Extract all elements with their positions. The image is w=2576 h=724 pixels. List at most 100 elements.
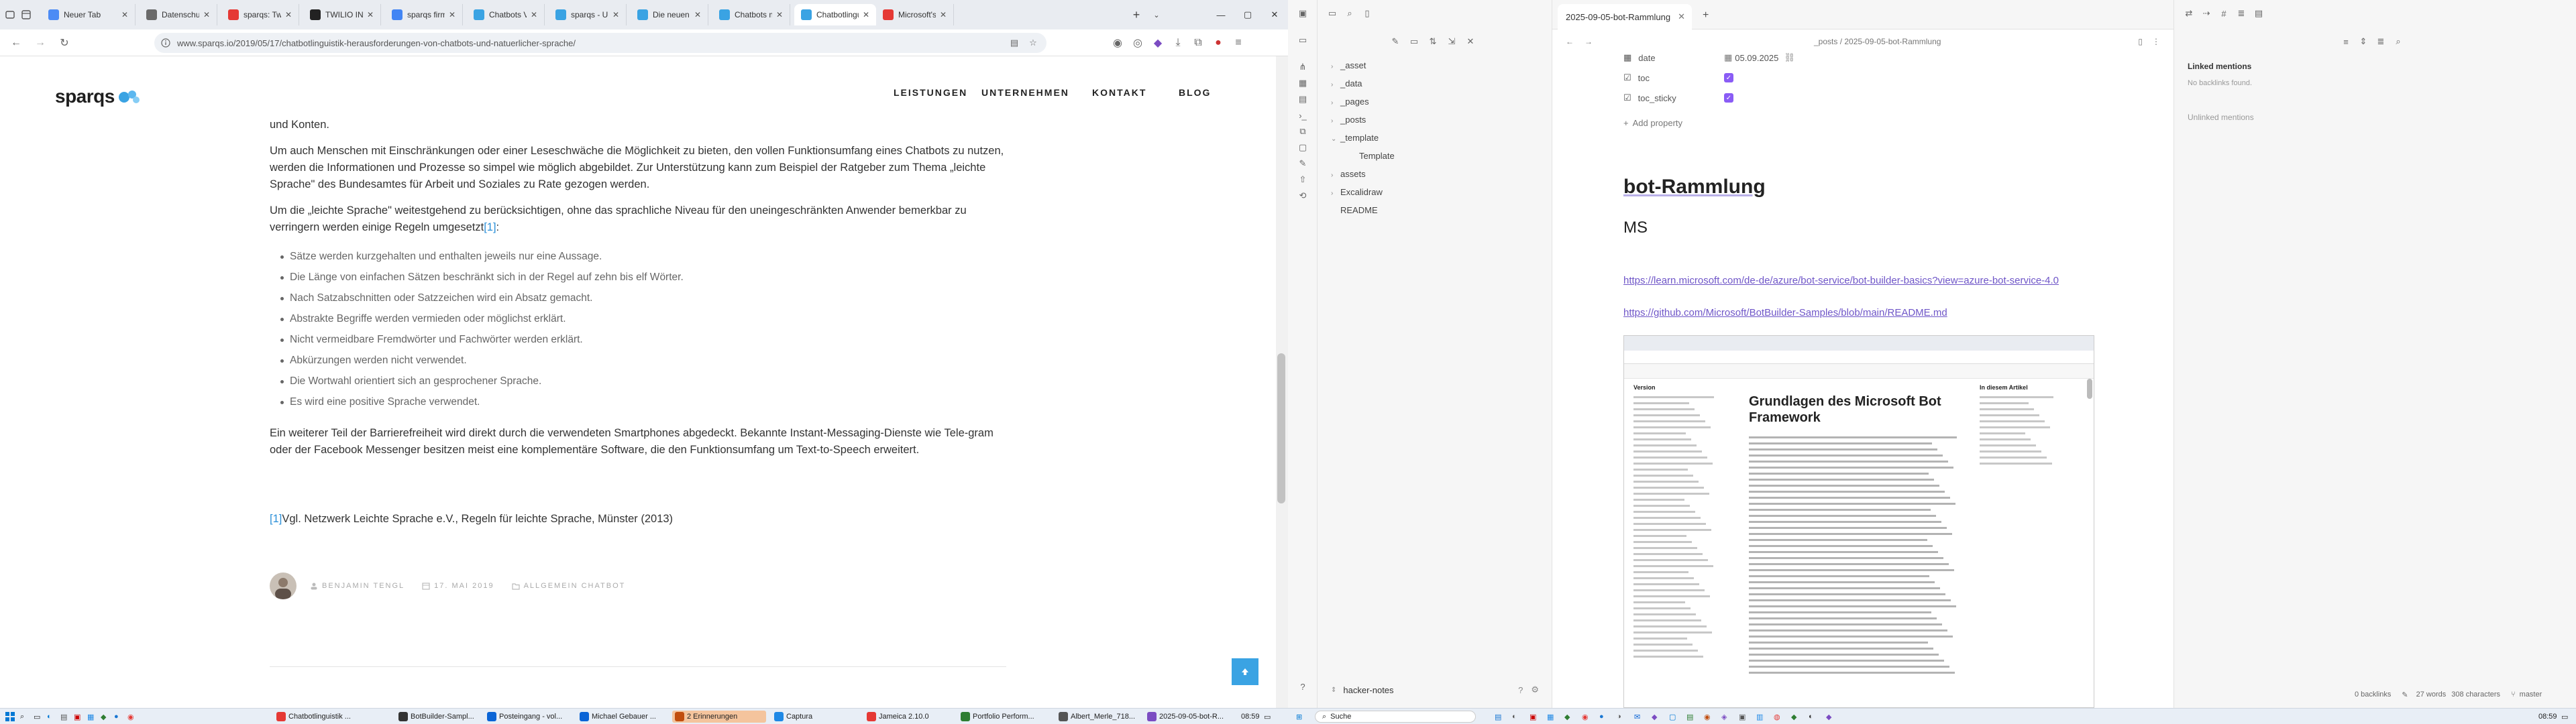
tree-folder[interactable]: › Excalidraw [1331,187,1383,197]
tags-tab-icon[interactable]: # [2218,8,2229,19]
menu-icon[interactable]: ≡ [1232,36,1245,50]
pinned-app-icon[interactable]: ◆ [1649,711,1660,723]
back-nav-icon[interactable]: ← [1566,37,1574,46]
pinned-app-icon[interactable]: ◐ [44,711,54,723]
sort-icon[interactable]: ⇕ [2358,36,2369,47]
clock[interactable]: 08:59 [2536,711,2560,723]
pinned-app-icon[interactable]: ▤ [1684,711,1696,723]
clock[interactable]: 08:59 [1238,711,1263,723]
sort-icon[interactable]: ⇅ [1428,36,1438,47]
pinned-app-icon[interactable]: ✉ [1631,711,1643,723]
pinned-app-icon[interactable]: ◉ [1701,711,1713,723]
reading-view-icon[interactable]: ▯ [2138,37,2143,46]
start-icon[interactable]: ⊞ [1293,711,1305,723]
tree-folder[interactable]: › _posts [1331,115,1366,125]
close-tab-icon[interactable]: ✕ [940,10,947,19]
pinned-app-icon[interactable]: ▣ [1736,711,1748,723]
tree-file[interactable]: README [1331,205,1378,215]
pinned-app-icon[interactable]: ◐ [1806,711,1816,723]
tree-file[interactable]: Template [1350,151,1395,161]
profile-icon[interactable]: ● [1212,36,1225,50]
tab-actions-icon[interactable] [4,9,16,21]
back-icon[interactable]: ← [9,36,23,50]
git-branch[interactable]: master [2520,690,2542,699]
close-tab-icon[interactable]: ✕ [449,10,455,19]
pinned-app-icon[interactable]: ◍ [1771,711,1783,723]
pinned-app-icon[interactable]: ▦ [85,711,97,723]
post-author[interactable]: BENJAMIN TENGL [322,582,405,590]
taskbar-window-button[interactable]: Chatbotlinguistik ... [274,711,388,723]
expand-all-icon[interactable]: ⇲ [1446,36,1457,47]
maximize-icon[interactable]: ▢ [1241,8,1254,21]
extension-purple-icon[interactable]: ◆ [1151,36,1165,50]
vault-switcher[interactable]: ⇕ hacker-notes ? ⚙ [1318,677,1552,703]
browser-tab[interactable]: Chatbots mit Mi ✕ [712,4,790,25]
tab-list-chevron-icon[interactable]: ⌄ [1150,8,1163,21]
daily-note-icon[interactable]: ▢ [1297,142,1308,153]
browser-tab[interactable]: Die neuen Minis ✕ [631,4,708,25]
templates-icon[interactable]: ⧉ [1297,126,1308,137]
browser-tab[interactable]: sparqs: Twilio In ✕ [221,4,299,25]
tree-folder[interactable]: › _pages [1331,97,1369,107]
breadcrumb[interactable]: _posts / 2025-09-05-bot-Rammlung [1814,37,1941,46]
pinned-app-icon[interactable]: ● [1597,711,1607,723]
pinned-app-icon[interactable]: ◉ [125,711,137,723]
scrollbar-thumb[interactable] [1277,353,1285,503]
help-circle-icon[interactable]: ? [1518,685,1523,695]
settings-gear-icon[interactable]: ⚙ [1531,684,1539,695]
properties-tab-icon[interactable]: ▤ [2253,8,2264,19]
tree-folder[interactable]: › _data [1331,78,1362,88]
taskbar-window-button[interactable]: Captura [771,711,859,723]
nav-unternehmen[interactable]: UNTERNEHMEN [981,87,1069,98]
pinned-app-icon[interactable]: ▦ [1544,711,1556,723]
extensions-icon[interactable]: ⧉ [1191,36,1205,50]
reload-icon[interactable]: ↻ [58,36,71,50]
browser-tab[interactable]: Microsoft's Bot ✕ [876,4,954,25]
publish-icon[interactable]: ⇧ [1297,174,1308,185]
taskbar-window-button[interactable]: BotBuilder-Sampl... [396,711,479,723]
tree-folder[interactable]: › _asset [1331,60,1366,70]
pinned-app-icon[interactable]: ◐ [1509,711,1519,723]
workspaces-icon[interactable] [20,9,32,21]
minimize-icon[interactable]: — [1214,8,1228,21]
pinned-app-icon[interactable]: ▢ [1666,711,1678,723]
pinned-app-icon[interactable]: ◆ [98,711,109,723]
back-to-top-button[interactable] [1232,658,1258,685]
notification-icon[interactable]: ▭ [1261,711,1273,723]
calendar-icon[interactable]: ▤ [1297,94,1308,105]
tree-folder[interactable]: › assets [1331,169,1366,179]
browser-tab[interactable]: Chatbotlinguistik ✕ [794,4,876,25]
footnote-link[interactable]: [1] [484,221,496,233]
list-view-icon[interactable]: ≡ [2341,36,2351,47]
pinned-app-icon[interactable]: ◆ [1562,711,1572,723]
git-icon[interactable]: ⟲ [1297,190,1308,201]
pinned-app-icon[interactable]: ◈ [1719,711,1729,723]
bookmarks-tab-icon[interactable]: ▯ [1362,8,1373,19]
taskbar-window-button[interactable]: Albert_Merle_718... [1056,711,1139,723]
add-property-button[interactable]: + Add property [1623,118,1682,128]
close-tab-icon[interactable]: ✕ [121,10,128,19]
graph-icon[interactable]: ⋔ [1297,62,1308,72]
files-tab-icon[interactable]: ▭ [1327,8,1338,19]
search-icon[interactable]: ⌕ [2393,36,2404,47]
taskbar-window-button[interactable]: 2 Erinnerungen [672,711,766,723]
toc-checkbox[interactable]: ✓ [1724,73,1733,82]
browser-tab[interactable]: TWILIO INC. : 10 ✕ [303,4,381,25]
footnote-backlink[interactable]: [1] [270,513,282,525]
browser-tab[interactable]: sparqs - Unser E ✕ [549,4,627,25]
extension-privacy-icon[interactable]: ◉ [1111,36,1124,50]
close-tab-icon[interactable]: ✕ [367,10,374,19]
file-tab[interactable]: 2025-09-05-bot-Rammlung ✕ [1558,4,1692,29]
outgoing-links-tab-icon[interactable]: ⇢ [2201,8,2212,19]
search-taskbar-icon[interactable]: ⌕ [17,711,27,723]
close-tab-icon[interactable]: ✕ [531,10,537,19]
more-options-icon[interactable]: ⋮ [2152,37,2160,46]
download-icon[interactable]: ⤓ [1171,36,1185,50]
close-tab-icon[interactable]: ✕ [203,10,210,19]
pinned-app-icon[interactable]: ◆ [1788,711,1799,723]
pinned-app-icon[interactable]: ▣ [1527,711,1539,723]
pinned-app-icon[interactable]: ◉ [1579,711,1591,723]
taskbar-search-box[interactable]: ⌕ Suche [1315,711,1476,723]
nav-kontakt[interactable]: KONTAKT [1092,87,1146,98]
pinned-app-icon[interactable]: ▤ [58,711,70,723]
